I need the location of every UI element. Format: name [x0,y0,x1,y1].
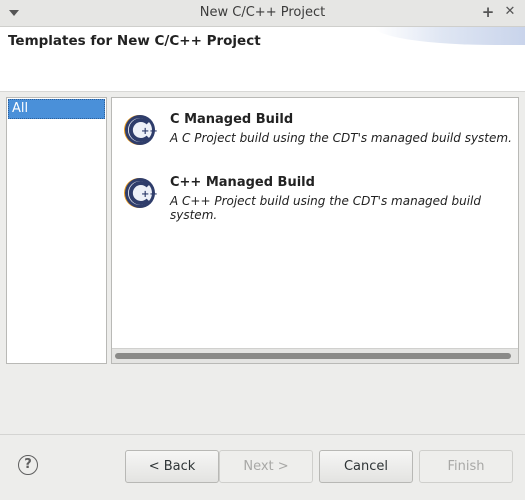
maximize-button[interactable]: + [479,3,497,21]
scrollbar-thumb[interactable] [115,353,511,359]
cdt-icon: ++ [124,178,158,208]
wizard-header: Templates for New C/C++ Project [0,27,525,92]
next-button[interactable]: Next > [219,450,313,483]
template-item-cpp-managed-build[interactable]: ++ C++ Managed Build A C++ Project build… [122,175,512,225]
template-name: C Managed Build [170,112,294,127]
category-list[interactable]: All [6,97,107,364]
footer-divider [0,434,525,435]
finish-button[interactable]: Finish [419,450,513,483]
cancel-button[interactable]: Cancel [319,450,413,483]
svg-text:++: ++ [141,126,158,137]
close-button[interactable]: ✕ [501,3,519,21]
help-icon[interactable]: ? [18,455,38,475]
page-title: Templates for New C/C++ Project [8,33,261,49]
title-bar: New C/C++ Project + ✕ [0,0,525,27]
template-description: A C Project build using the CDT's manage… [170,131,512,145]
template-list[interactable]: ++ C Managed Build A C Project build usi… [111,97,519,364]
svg-text:++: ++ [141,189,158,200]
window-title: New C/C++ Project [199,5,326,20]
category-item-all[interactable]: All [8,99,105,119]
banner-decoration [375,27,525,45]
template-description: A C++ Project build using the CDT's mana… [170,194,481,222]
back-button[interactable]: < Back [125,450,219,483]
template-name: C++ Managed Build [170,175,315,190]
cdt-icon: ++ [124,115,158,145]
template-item-c-managed-build[interactable]: ++ C Managed Build A C Project build usi… [122,112,512,162]
horizontal-scrollbar[interactable] [112,348,518,363]
